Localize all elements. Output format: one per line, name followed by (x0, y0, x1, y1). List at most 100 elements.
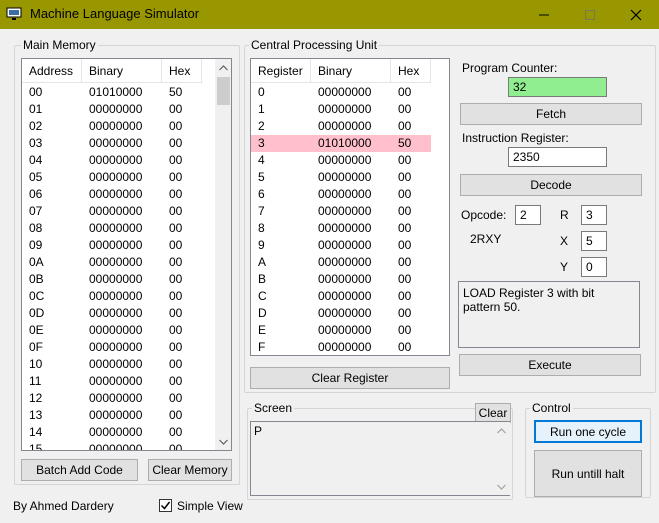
memory-row-hex: 00 (169, 289, 183, 303)
memory-row[interactable]: 10 00000000 00 (22, 356, 202, 373)
scroll-up-arrow[interactable] (215, 59, 231, 76)
register-row-register: 4 (258, 153, 265, 167)
memory-scrollbar[interactable] (215, 59, 231, 450)
register-row[interactable]: 6 00000000 00 (251, 186, 431, 203)
memory-row-address: 02 (29, 119, 43, 133)
register-row[interactable]: 9 00000000 00 (251, 237, 431, 254)
program-counter-field[interactable]: 32 (508, 77, 607, 97)
memory-row[interactable]: 03 00000000 00 (22, 135, 202, 152)
memory-row[interactable]: 0F 00000000 00 (22, 339, 202, 356)
execute-button[interactable]: Execute (459, 354, 641, 376)
register-row[interactable]: D 00000000 00 (251, 305, 431, 322)
memory-row-hex: 00 (169, 340, 183, 354)
register-row[interactable]: 3 01010000 50 (251, 135, 431, 152)
memory-row-address: 10 (29, 357, 43, 371)
register-row[interactable]: E 00000000 00 (251, 322, 431, 339)
column-header-binary[interactable]: Binary (311, 59, 391, 83)
memory-row[interactable]: 0C 00000000 00 (22, 288, 202, 305)
register-row[interactable]: 8 00000000 00 (251, 220, 431, 237)
close-button[interactable] (613, 0, 659, 29)
memory-row-address: 00 (29, 85, 43, 99)
register-row-register: C (258, 289, 267, 303)
simple-view-checkbox[interactable] (159, 499, 172, 512)
register-row[interactable]: 5 00000000 00 (251, 169, 431, 186)
register-row[interactable]: B 00000000 00 (251, 271, 431, 288)
memory-row[interactable]: 0D 00000000 00 (22, 305, 202, 322)
register-row[interactable]: 4 00000000 00 (251, 152, 431, 169)
memory-row-hex: 00 (169, 153, 183, 167)
scroll-down-arrow[interactable] (493, 478, 510, 495)
fetch-button[interactable]: Fetch (460, 103, 642, 125)
memory-row[interactable]: 05 00000000 00 (22, 169, 202, 186)
screen-scrollbar[interactable] (493, 422, 510, 495)
r-field[interactable]: 3 (581, 205, 607, 225)
register-row[interactable]: A 00000000 00 (251, 254, 431, 271)
register-list[interactable]: Register Binary Hex 0 00000000 00 1 00000000… (250, 58, 450, 356)
column-header-address[interactable]: Address (22, 59, 82, 83)
memory-row-binary: 01010000 (89, 85, 143, 99)
screen-output[interactable]: P (250, 421, 510, 496)
run-one-cycle-button[interactable]: Run one cycle (534, 420, 642, 443)
scroll-up-arrow[interactable] (493, 422, 510, 439)
memory-list-header: Address Binary Hex (22, 59, 202, 83)
memory-list[interactable]: Address Binary Hex 00 01010000 50 01 0000000… (21, 58, 232, 451)
register-row-hex: 00 (398, 323, 412, 337)
memory-row[interactable]: 00 01010000 50 (22, 84, 202, 101)
x-field[interactable]: 5 (581, 231, 607, 251)
register-row-hex: 00 (398, 340, 412, 354)
opcode-field[interactable]: 2 (515, 205, 541, 225)
memory-row-address: 0E (29, 323, 44, 337)
decode-button[interactable]: Decode (460, 174, 642, 196)
memory-row[interactable]: 14 00000000 00 (22, 424, 202, 441)
register-row-binary: 00000000 (318, 255, 372, 269)
register-row[interactable]: 7 00000000 00 (251, 203, 431, 220)
memory-row[interactable]: 09 00000000 00 (22, 237, 202, 254)
close-icon (630, 9, 642, 20)
register-row-binary: 00000000 (318, 340, 372, 354)
register-row-register: F (258, 340, 266, 354)
column-header-register[interactable]: Register (251, 59, 311, 83)
clear-memory-button[interactable]: Clear Memory (148, 459, 232, 481)
column-header-hex[interactable]: Hex (391, 59, 431, 83)
memory-row-binary: 00000000 (89, 119, 143, 133)
register-row-hex: 00 (398, 102, 412, 116)
batch-add-code-button[interactable]: Batch Add Code (21, 459, 138, 481)
y-field[interactable]: 0 (581, 257, 607, 277)
instruction-format-text: 2RXY (470, 232, 502, 246)
memory-row[interactable]: 0A 00000000 00 (22, 254, 202, 271)
column-header-binary[interactable]: Binary (82, 59, 162, 83)
memory-row[interactable]: 01 00000000 00 (22, 101, 202, 118)
clear-screen-button[interactable]: Clear (475, 403, 511, 423)
memory-row-hex: 00 (169, 425, 183, 439)
scroll-thumb[interactable] (217, 77, 230, 105)
memory-row[interactable]: 12 00000000 00 (22, 390, 202, 407)
register-row[interactable]: 1 00000000 00 (251, 101, 431, 118)
scroll-down-arrow[interactable] (215, 433, 231, 450)
memory-row[interactable]: 06 00000000 00 (22, 186, 202, 203)
instruction-register-field[interactable]: 2350 (508, 147, 607, 167)
maximize-button[interactable] (567, 0, 613, 29)
memory-row[interactable]: 13 00000000 00 (22, 407, 202, 424)
memory-row[interactable]: 15 00000000 00 (22, 441, 202, 450)
instruction-description[interactable]: LOAD Register 3 with bit pattern 50. (458, 281, 640, 348)
memory-row[interactable]: 02 00000000 00 (22, 118, 202, 135)
memory-row[interactable]: 0B 00000000 00 (22, 271, 202, 288)
memory-row-binary: 00000000 (89, 374, 143, 388)
memory-row[interactable]: 0E 00000000 00 (22, 322, 202, 339)
register-row-binary: 01010000 (318, 136, 372, 150)
run-until-halt-button[interactable]: Run untill halt (534, 450, 642, 497)
register-row[interactable]: F 00000000 00 (251, 339, 431, 355)
memory-row[interactable]: 11 00000000 00 (22, 373, 202, 390)
memory-row[interactable]: 07 00000000 00 (22, 203, 202, 220)
register-row[interactable]: 0 00000000 00 (251, 84, 431, 101)
screen-text: P (254, 424, 263, 438)
clear-register-button[interactable]: Clear Register (250, 367, 450, 389)
memory-row-hex: 00 (169, 119, 183, 133)
minimize-button[interactable] (521, 0, 567, 29)
memory-row[interactable]: 04 00000000 00 (22, 152, 202, 169)
column-header-hex[interactable]: Hex (162, 59, 202, 83)
register-row[interactable]: C 00000000 00 (251, 288, 431, 305)
memory-row-address: 04 (29, 153, 43, 167)
register-row[interactable]: 2 00000000 00 (251, 118, 431, 135)
memory-row[interactable]: 08 00000000 00 (22, 220, 202, 237)
